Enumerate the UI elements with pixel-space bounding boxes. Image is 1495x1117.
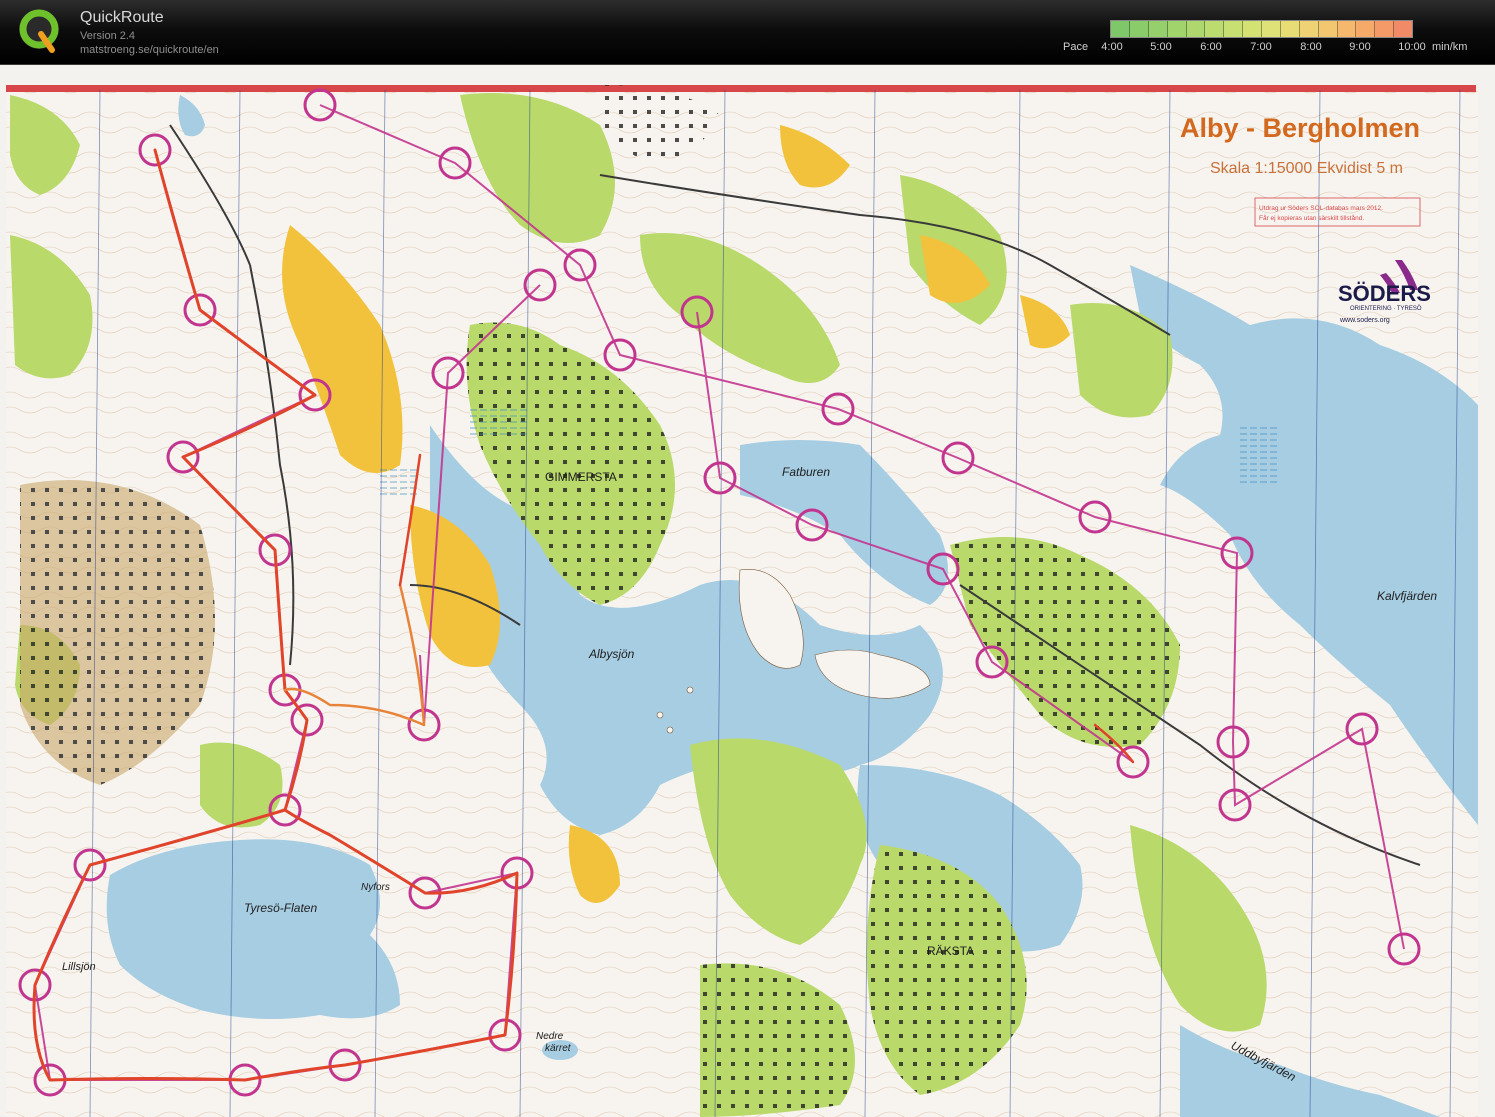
map-border-line [6, 85, 1476, 92]
pace-tick-label: 6:00 [1200, 41, 1222, 53]
club-subtitle: ORIENTERING · TYRESÖ [1350, 305, 1422, 312]
pace-tick-label: 8:00 [1300, 41, 1322, 53]
orienteering-map[interactable]: Alby - Bergholmen Skala 1:15000 Ekvidist… [0, 65, 1495, 1117]
pace-label: Pace [1063, 41, 1089, 53]
map-scale-text: Skala 1:15000 Ekvidist 5 m [1210, 160, 1403, 177]
place-fatburen: Fatburen [782, 465, 830, 479]
pace-color-segment [1318, 21, 1338, 37]
pace-color-segment [1337, 21, 1357, 37]
club-url: www.soders.org [1339, 317, 1390, 324]
app-url-link[interactable]: matstroeng.se/quickroute/en [80, 44, 219, 56]
pace-color-segment [1394, 21, 1412, 37]
pace-color-segment [1129, 21, 1149, 37]
pace-tick-label: 4:00 [1101, 41, 1123, 53]
pace-color-segment [1224, 21, 1244, 37]
pace-color-segment [1186, 21, 1206, 37]
pace-color-segment [1148, 21, 1168, 37]
app-version: Version 2.4 [80, 30, 136, 42]
place-lillsjon: Lillsjön [62, 961, 96, 973]
pace-color-segment [1243, 21, 1262, 37]
place-albysjon: Albysjön [588, 647, 635, 661]
place-nedre-karret: Nedre [536, 1031, 564, 1042]
pace-color-segment [1356, 21, 1376, 37]
club-name: SÖDERS [1338, 281, 1431, 306]
quickroute-q-logo-icon [19, 9, 59, 53]
pace-color-segment [1262, 21, 1281, 37]
pace-tick-label: 5:00 [1150, 41, 1172, 53]
pace-color-bar [1110, 20, 1413, 38]
map-view[interactable]: Alby - Bergholmen Skala 1:15000 Ekvidist… [0, 65, 1495, 1117]
map-title: Alby - Bergholmen [1180, 113, 1420, 143]
pace-color-segment [1280, 21, 1300, 37]
place-nyfors: Nyfors [361, 882, 390, 893]
map-copyright-line2: Får ej kopieras utan särskilt tillstånd. [1259, 214, 1364, 222]
place-kalvfjarden: Kalvfjärden [1377, 589, 1437, 603]
pace-scale: Pace 4:00 5:00 6:00 7:00 8:00 9:00 10:00… [1060, 18, 1490, 58]
pace-color-segment [1375, 21, 1395, 37]
pace-unit-label: min/km [1432, 41, 1468, 53]
pace-tick-label: 7:00 [1250, 41, 1272, 53]
map-copyright-line1: Utdrag ur Söders SOL-databas mars 2012. [1259, 205, 1383, 212]
place-raksta: RÄKSTA [927, 944, 974, 958]
app-title: QuickRoute [80, 9, 164, 26]
app-header: QuickRoute Version 2.4 matstroeng.se/qui… [0, 0, 1495, 65]
place-nedre-karret-2: kärret [545, 1043, 572, 1054]
pace-color-segment [1205, 21, 1225, 37]
pace-color-segment [1111, 21, 1130, 37]
pace-tick-label: 10:00 [1398, 41, 1426, 53]
pace-color-segment [1167, 21, 1187, 37]
place-gimmersta: GIMMERSTA [545, 470, 617, 484]
pace-tick-label: 9:00 [1349, 41, 1371, 53]
pace-color-segment [1299, 21, 1319, 37]
place-tyreso-flaten: Tyresö-Flaten [244, 901, 317, 915]
